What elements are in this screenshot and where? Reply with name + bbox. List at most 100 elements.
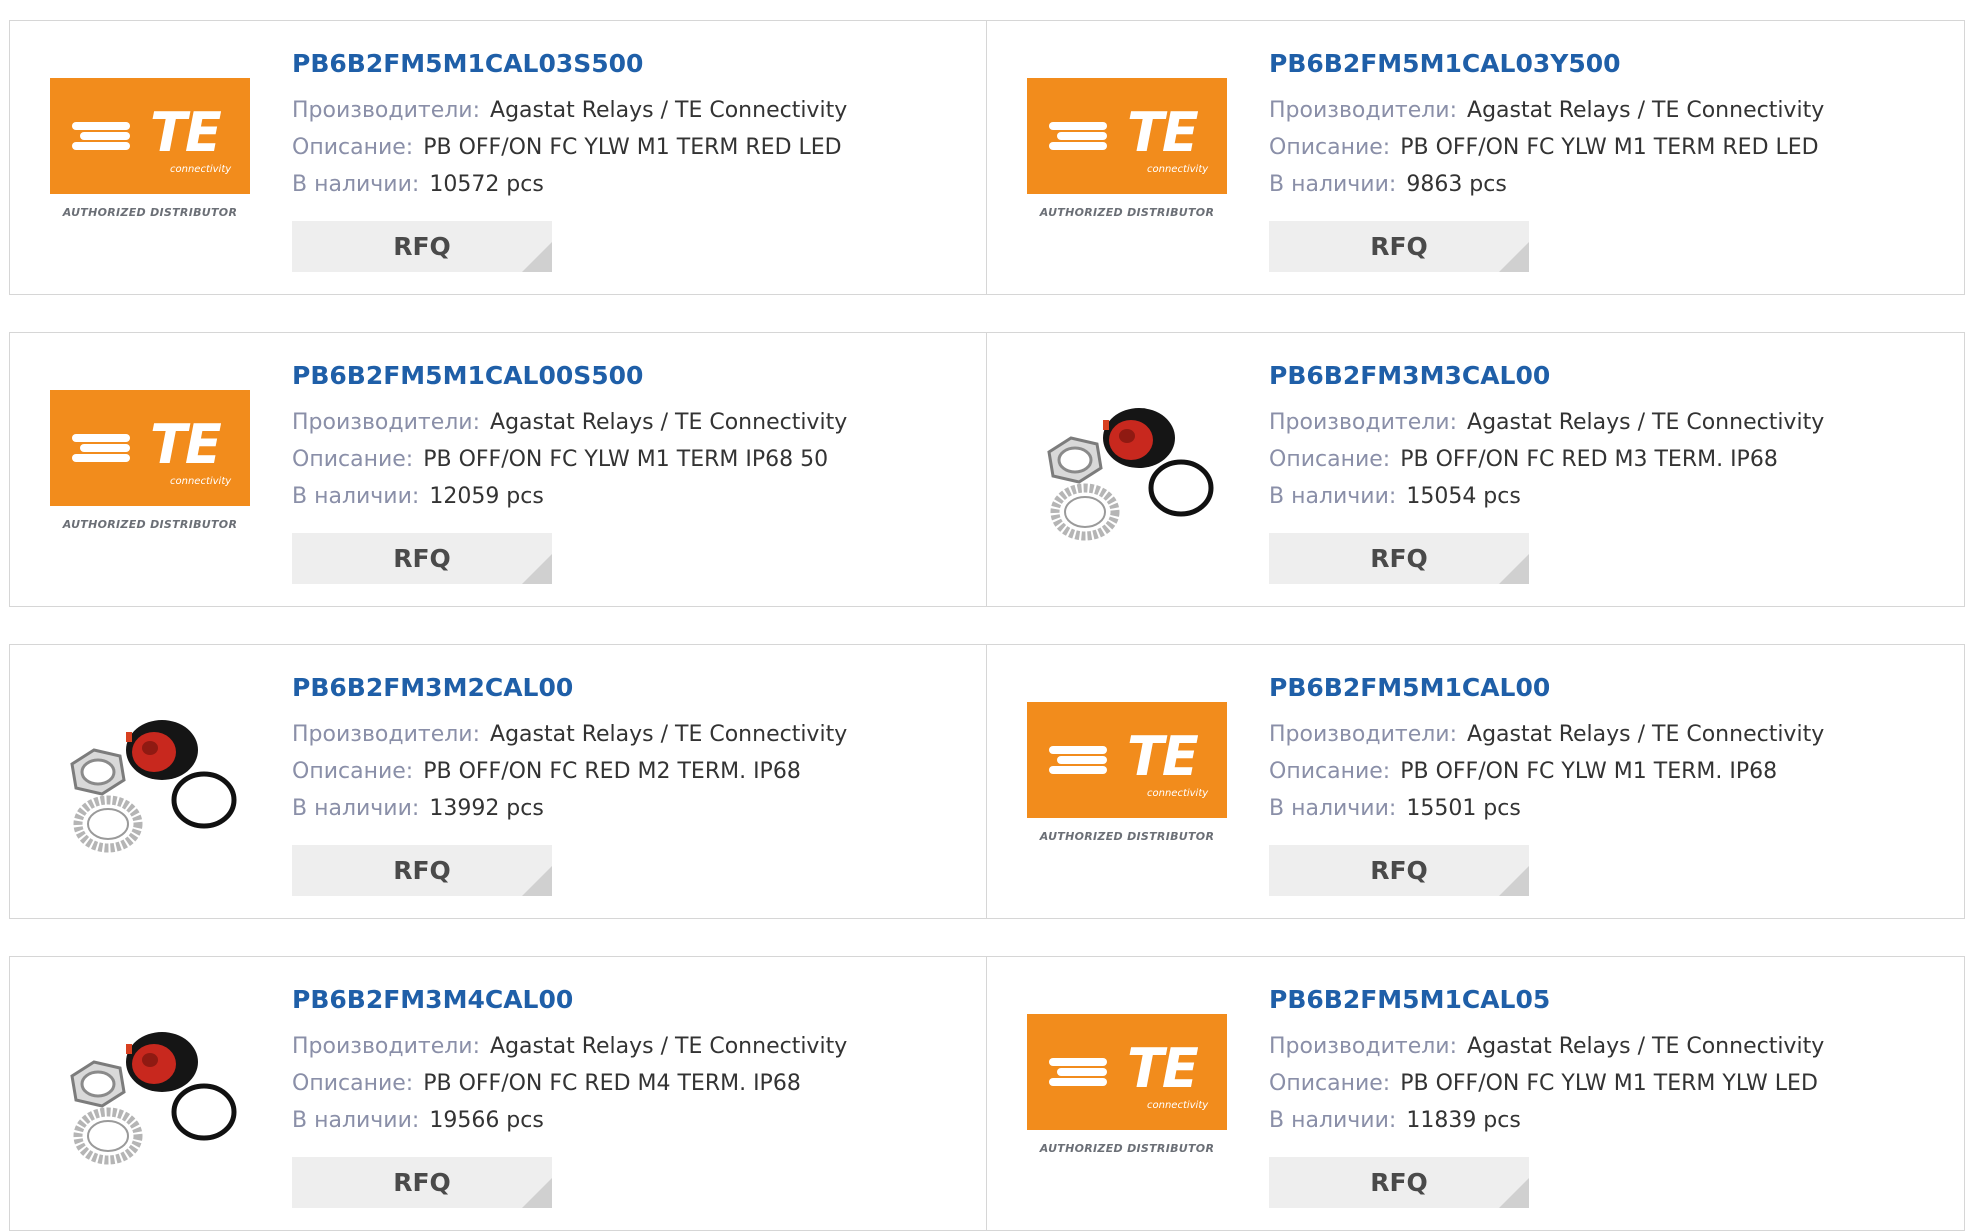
logo-tagline: AUTHORIZED DISTRIBUTOR — [1039, 1142, 1215, 1155]
description-label: Описание: — [1269, 759, 1391, 784]
logo-letters: TE — [150, 413, 222, 476]
product-grid: TE connectivity AUTHORIZED DISTRIBUTOR P… — [9, 20, 1965, 1231]
stock-label: В наличии: — [1269, 796, 1397, 821]
part-number-link[interactable]: PB6B2FM5M1CAL03S500 — [292, 49, 847, 79]
part-number-link[interactable]: PB6B2FM5M1CAL05 — [1269, 985, 1824, 1015]
pushbutton-photo[interactable] — [50, 1014, 250, 1174]
corner-fold-icon — [522, 1178, 552, 1208]
stock-label: В наличии: — [292, 484, 420, 509]
logo-letters: TE — [1127, 1037, 1199, 1100]
rfq-button[interactable]: RFQ — [1269, 1157, 1529, 1208]
rfq-label: RFQ — [393, 856, 451, 885]
manufacturer-label: Производители: — [292, 722, 481, 747]
part-number-link[interactable]: PB6B2FM3M2CAL00 — [292, 673, 847, 703]
corner-fold-icon — [1499, 1178, 1529, 1208]
stock-label: В наличии: — [1269, 172, 1397, 197]
manufacturer-label: Производители: — [292, 1034, 481, 1059]
rfq-button[interactable]: RFQ — [292, 221, 552, 272]
product-info: PB6B2FM5M1CAL05 Производители: Agastat Re… — [1269, 985, 1824, 1139]
description-label: Описание: — [1269, 1071, 1391, 1096]
description-label: Описание: — [292, 447, 414, 472]
description-label: Описание: — [1269, 135, 1391, 160]
stock-row: В наличии: 11839 pcs — [1269, 1102, 1824, 1139]
product-thumbnail[interactable]: TE connectivity AUTHORIZED DISTRIBUTOR — [1027, 702, 1227, 862]
part-number-link[interactable]: PB6B2FM5M1CAL00S500 — [292, 361, 847, 391]
product-thumbnail[interactable] — [50, 702, 250, 862]
stock-row: В наличии: 15054 pcs — [1269, 478, 1824, 515]
rfq-button[interactable]: RFQ — [1269, 221, 1529, 272]
description-row: Описание: PB OFF/ON FC RED M2 TERM. IP68 — [292, 753, 847, 790]
description-row: Описание: PB OFF/ON FC RED M3 TERM. IP68 — [1269, 441, 1824, 478]
product-thumbnail[interactable]: TE connectivity AUTHORIZED DISTRIBUTOR — [50, 78, 250, 238]
corner-fold-icon — [1499, 866, 1529, 896]
part-number-link[interactable]: PB6B2FM3M3CAL00 — [1269, 361, 1824, 391]
part-number-link[interactable]: PB6B2FM3M4CAL00 — [292, 985, 847, 1015]
stock-row: В наличии: 10572 pcs — [292, 166, 847, 203]
corner-fold-icon — [1499, 242, 1529, 272]
manufacturer-row: Производители: Agastat Relays / TE Connec… — [292, 716, 847, 753]
product-info: PB6B2FM3M3CAL00 Производители: Agastat Re… — [1269, 361, 1824, 515]
manufacturer-row: Производители: Agastat Relays / TE Connec… — [1269, 92, 1824, 129]
description-value: PB OFF/ON FC YLW M1 TERM. IP68 — [1400, 759, 1778, 784]
logo-tagline: AUTHORIZED DISTRIBUTOR — [1039, 830, 1215, 843]
manufacturer-value: Agastat Relays / TE Connectivity — [490, 410, 848, 435]
logo-letters: TE — [1127, 725, 1199, 788]
product-thumbnail[interactable] — [1027, 390, 1227, 550]
logo-subtext: connectivity — [170, 164, 232, 175]
manufacturer-label: Производители: — [292, 410, 481, 435]
description-row: Описание: PB OFF/ON FC YLW M1 TERM. IP68 — [1269, 753, 1824, 790]
stock-value: 15054 pcs — [1406, 484, 1521, 509]
manufacturer-row: Производители: Agastat Relays / TE Connec… — [1269, 1028, 1824, 1065]
part-number-link[interactable]: PB6B2FM5M1CAL00 — [1269, 673, 1824, 703]
description-row: Описание: PB OFF/ON FC YLW M1 TERM YLW LE… — [1269, 1065, 1824, 1102]
pushbutton-photo[interactable] — [50, 702, 250, 862]
stock-row: В наличии: 9863 pcs — [1269, 166, 1824, 203]
corner-fold-icon — [1499, 554, 1529, 584]
stock-value: 10572 pcs — [429, 172, 544, 197]
product-card: TE connectivity AUTHORIZED DISTRIBUTOR P… — [987, 644, 1965, 919]
rfq-button[interactable]: RFQ — [292, 845, 552, 896]
manufacturer-value: Agastat Relays / TE Connectivity — [490, 98, 848, 123]
logo-subtext: connectivity — [170, 476, 232, 487]
rfq-button[interactable]: RFQ — [1269, 533, 1529, 584]
description-value: PB OFF/ON FC YLW M1 TERM IP68 50 — [423, 447, 829, 472]
te-connectivity-logo[interactable]: TE connectivity AUTHORIZED DISTRIBUTOR — [50, 390, 250, 550]
description-value: PB OFF/ON FC RED M2 TERM. IP68 — [423, 759, 801, 784]
te-connectivity-logo[interactable]: TE connectivity AUTHORIZED DISTRIBUTOR — [50, 78, 250, 238]
rfq-button[interactable]: RFQ — [1269, 845, 1529, 896]
product-thumbnail[interactable] — [50, 1014, 250, 1174]
te-connectivity-logo[interactable]: TE connectivity AUTHORIZED DISTRIBUTOR — [1027, 1014, 1227, 1174]
description-label: Описание: — [292, 1071, 414, 1096]
description-value: PB OFF/ON FC RED M3 TERM. IP68 — [1400, 447, 1778, 472]
logo-panel: TE connectivity — [50, 390, 250, 506]
te-connectivity-logo[interactable]: TE connectivity AUTHORIZED DISTRIBUTOR — [1027, 78, 1227, 238]
stock-value: 13992 pcs — [429, 796, 544, 821]
rfq-label: RFQ — [1370, 544, 1428, 573]
product-info: PB6B2FM5M1CAL03Y500 Производители: Agasta… — [1269, 49, 1824, 203]
manufacturer-label: Производители: — [1269, 98, 1458, 123]
logo-subtext: connectivity — [1147, 1100, 1209, 1111]
product-thumbnail[interactable]: TE connectivity AUTHORIZED DISTRIBUTOR — [1027, 78, 1227, 238]
stock-row: В наличии: 13992 pcs — [292, 790, 847, 827]
stock-value: 12059 pcs — [429, 484, 544, 509]
product-card: TE connectivity AUTHORIZED DISTRIBUTOR P… — [9, 20, 987, 295]
stock-label: В наличии: — [292, 796, 420, 821]
product-card: PB6B2FM3M2CAL00 Производители: Agastat Re… — [9, 644, 987, 919]
rfq-label: RFQ — [1370, 1168, 1428, 1197]
product-info: PB6B2FM5M1CAL03S500 Производители: Agasta… — [292, 49, 847, 203]
stock-label: В наличии: — [292, 172, 420, 197]
pushbutton-photo[interactable] — [1027, 390, 1227, 550]
stock-value: 9863 pcs — [1406, 172, 1507, 197]
product-thumbnail[interactable]: TE connectivity AUTHORIZED DISTRIBUTOR — [50, 390, 250, 550]
logo-panel: TE connectivity — [1027, 702, 1227, 818]
rfq-button[interactable]: RFQ — [292, 533, 552, 584]
te-connectivity-logo[interactable]: TE connectivity AUTHORIZED DISTRIBUTOR — [1027, 702, 1227, 862]
manufacturer-row: Производители: Agastat Relays / TE Connec… — [292, 92, 847, 129]
part-number-link[interactable]: PB6B2FM5M1CAL03Y500 — [1269, 49, 1824, 79]
rfq-button[interactable]: RFQ — [292, 1157, 552, 1208]
manufacturer-label: Производители: — [1269, 410, 1458, 435]
product-info: PB6B2FM5M1CAL00S500 Производители: Agasta… — [292, 361, 847, 515]
product-card: TE connectivity AUTHORIZED DISTRIBUTOR P… — [987, 956, 1965, 1231]
stock-row: В наличии: 15501 pcs — [1269, 790, 1824, 827]
product-thumbnail[interactable]: TE connectivity AUTHORIZED DISTRIBUTOR — [1027, 1014, 1227, 1174]
